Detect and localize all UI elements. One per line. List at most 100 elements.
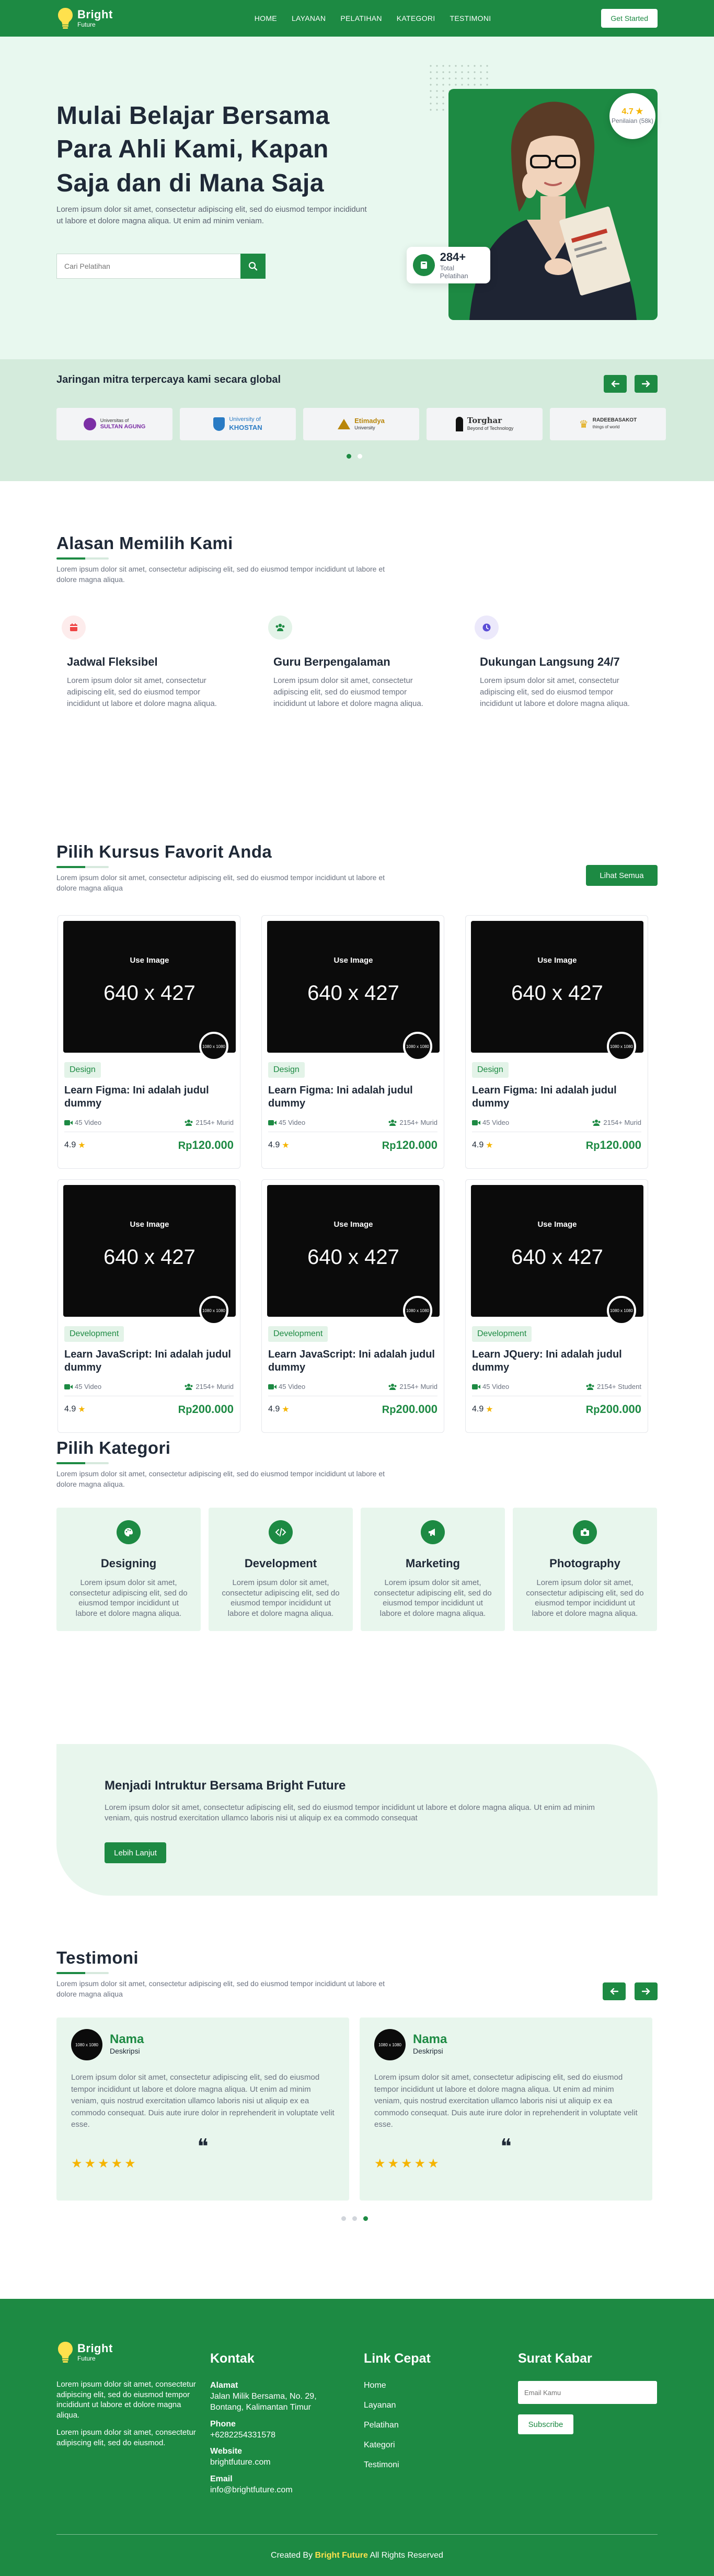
footer-link-home[interactable]: Home [364, 2381, 468, 2390]
users-icon [185, 1119, 193, 1126]
instructor-section: Menjadi Intruktur Bersama Bright Future … [0, 1744, 714, 1948]
course-students: 2154+ Murid [195, 1383, 234, 1390]
website-value[interactable]: brightfuture.com [210, 2457, 330, 2468]
rating-badge: 4.7 ★ Penilaian (58k) [609, 93, 655, 139]
footer-newsletter-title: Surat Kabar [518, 2351, 592, 2366]
arrow-right-icon [642, 380, 650, 387]
course-thumbnail: Use Image 640 x 427 1080 x 1080 [471, 921, 643, 1061]
course-rating: 4.9 [64, 1141, 76, 1149]
footer-link-layanan[interactable]: Layanan [364, 2401, 468, 2410]
nav-layanan[interactable]: LAYANAN [292, 14, 326, 22]
category-card-designing[interactable]: Designing Lorem ipsum dolor sit amet, co… [56, 1508, 201, 1631]
pagination-dot[interactable] [358, 454, 362, 459]
brand-logo[interactable]: Bright Future [56, 7, 113, 30]
video-icon [268, 1120, 277, 1125]
testimonials-next-button[interactable] [635, 1982, 658, 2000]
footer-brand-logo[interactable]: Bright Future [56, 2341, 203, 2364]
thumbnail-label: Use Image [130, 1220, 169, 1229]
rating-label: Penilaian (58k) [611, 117, 654, 124]
nav-pelatihan[interactable]: PELATIHAN [340, 14, 382, 22]
testimonial-name: Nama [413, 2032, 447, 2046]
address-label: Alamat [210, 2381, 238, 2390]
search-input[interactable] [56, 254, 240, 279]
course-card[interactable]: Use Image 640 x 427 1080 x 1080 Development… [57, 1179, 240, 1433]
star-icon: ★ [78, 1141, 86, 1150]
course-students: 2154+ Murid [399, 1383, 437, 1390]
users-icon [268, 615, 292, 640]
title-underline [56, 1462, 109, 1464]
arrow-left-icon [610, 1988, 618, 1995]
course-title: Learn JQuery: Ini adalah judul dummy [472, 1349, 622, 1373]
newsletter-email-input[interactable] [518, 2381, 657, 2404]
partner-logo-sultan-agung: Universitas of SULTAN AGUNG [56, 408, 172, 440]
categories-title: Pilih Kategori [56, 1438, 171, 1457]
pagination-dot[interactable] [347, 454, 351, 459]
course-card[interactable]: Use Image 640 x 427 1080 x 1080 Development… [465, 1179, 648, 1433]
see-all-button[interactable]: Lihat Semua [586, 865, 658, 886]
lightbulb-icon [56, 2341, 74, 2364]
pagination-dot[interactable] [363, 2216, 368, 2221]
phone-value[interactable]: +6282254331578 [210, 2430, 330, 2441]
category-title: Marketing [406, 1557, 460, 1570]
footer-about-text-2: Lorem ipsum dolor sit amet, consectetur … [56, 2428, 196, 2447]
users-icon [586, 1383, 594, 1390]
title-underline [56, 557, 109, 560]
instructor-banner: Menjadi Intruktur Bersama Bright Future … [56, 1744, 658, 1896]
testimonials-description: Lorem ipsum dolor sit amet, consectetur … [56, 1979, 385, 1999]
nav-home[interactable]: HOME [255, 14, 277, 22]
clock-icon [475, 615, 499, 640]
category-card-development[interactable]: Development Lorem ipsum dolor sit amet, … [209, 1508, 353, 1631]
footer-link-testimoni[interactable]: Testimoni [364, 2460, 468, 2470]
course-meta: 45 Video 2154+ Murid [472, 1119, 641, 1132]
course-title: Learn Figma: Ini adalah judul dummy [64, 1085, 209, 1109]
category-card-photography[interactable]: Photography Lorem ipsum dolor sit amet, … [513, 1508, 657, 1631]
learn-more-button[interactable]: Lebih Lanjut [105, 1842, 166, 1863]
subscribe-button[interactable]: Subscribe [518, 2414, 573, 2434]
thumbnail-dims: 640 x 427 [511, 982, 603, 1005]
footer-contact: Kontak Alamat Jalan Milik Bersama, No. 2… [210, 2351, 330, 2502]
search-button[interactable] [240, 254, 266, 279]
footer-about-text: Lorem ipsum dolor sit amet, consectetur … [56, 2380, 196, 2420]
navbar: Bright Future HOME LAYANAN PELATIHAN KAT… [0, 0, 714, 37]
course-thumbnail: Use Image 640 x 427 1080 x 1080 [63, 921, 236, 1061]
get-started-button[interactable]: Get Started [601, 9, 658, 28]
footer-link-pelatihan[interactable]: Pelatihan [364, 2421, 468, 2430]
rating-value: 4.7 [621, 107, 634, 116]
course-videos: 45 Video [75, 1383, 102, 1390]
course-students: 2154+ Murid [603, 1119, 641, 1126]
thumbnail-label: Use Image [333, 956, 373, 965]
email-value[interactable]: info@brightfuture.com [210, 2485, 330, 2496]
course-card[interactable]: Use Image 640 x 427 1080 x 1080 Design Learn… [465, 915, 648, 1169]
nav-kategori[interactable]: KATEGORI [397, 14, 435, 22]
course-card[interactable]: Use Image 640 x 427 1080 x 1080 Design Learn… [57, 915, 240, 1169]
category-title: Development [244, 1557, 317, 1570]
course-footer: 4.9 ★ Rp120.000 [472, 1138, 641, 1152]
pagination-dot[interactable] [352, 2216, 357, 2221]
testimonial-card: 1080 x 1080 Nama Deskripsi Lorem ipsum d… [56, 2018, 349, 2201]
reason-title: Guru Berpengalaman [273, 655, 390, 668]
thumbnail-dims: 640 x 427 [103, 982, 195, 1005]
course-card[interactable]: Use Image 640 x 427 1080 x 1080 Development… [261, 1179, 444, 1433]
thumbnail-dims: 640 x 427 [103, 1246, 195, 1269]
course-card[interactable]: Use Image 640 x 427 1080 x 1080 Design Learn… [261, 915, 444, 1169]
video-icon [472, 1384, 480, 1389]
course-footer: 4.9 ★ Rp120.000 [64, 1138, 234, 1152]
arrow-right-icon [642, 1988, 650, 1995]
course-tag: Design [64, 1062, 101, 1078]
category-card-marketing[interactable]: Marketing Lorem ipsum dolor sit amet, co… [361, 1508, 505, 1631]
testimonial-avatar: 1080 x 1080 [71, 2029, 102, 2060]
nav-testimoni[interactable]: TESTIMONI [450, 14, 491, 22]
footer-link-kategori[interactable]: Kategori [364, 2441, 468, 2450]
course-videos: 45 Video [279, 1383, 306, 1390]
course-price: Rp120.000 [178, 1138, 234, 1152]
testimonials-prev-button[interactable] [603, 1982, 626, 2000]
footer-about: Bright Future Lorem ipsum dolor sit amet… [56, 2341, 203, 2448]
pagination-dot[interactable] [341, 2216, 346, 2221]
reason-card-support: Dukungan Langsung 24/7 Lorem ipsum dolor… [469, 615, 647, 709]
star-icon: ★ [633, 107, 643, 116]
testimonial-card: 1080 x 1080 Nama Deskripsi Lorem ipsum d… [360, 2018, 652, 2201]
reason-card-schedule: Jadwal Fleksibel Lorem ipsum dolor sit a… [56, 615, 234, 709]
partners-prev-button[interactable] [604, 375, 627, 393]
partners-next-button[interactable] [635, 375, 658, 393]
course-tag: Development [472, 1326, 532, 1342]
